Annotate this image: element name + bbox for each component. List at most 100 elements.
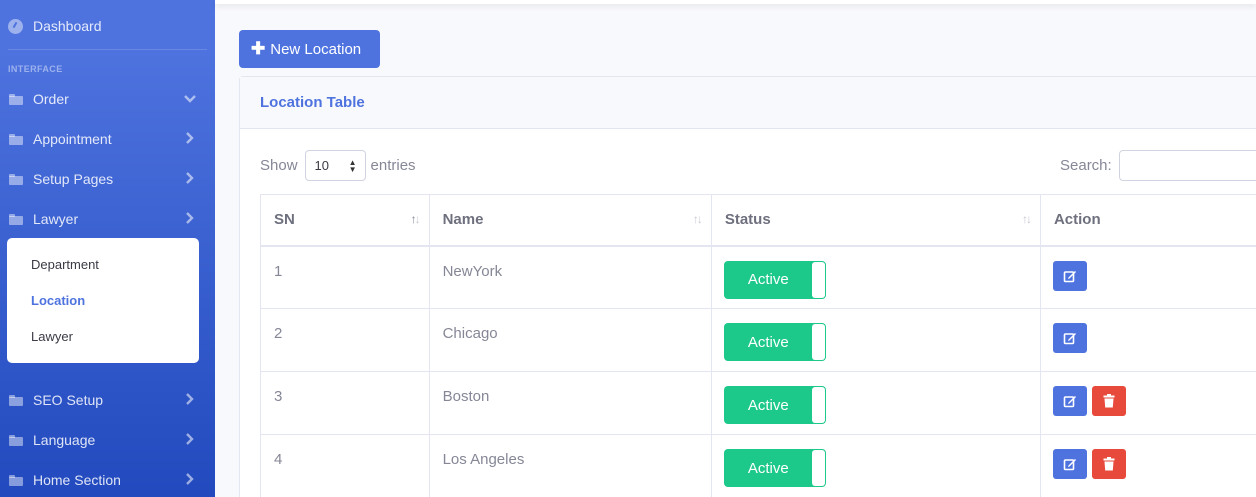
folder-icon xyxy=(9,133,23,145)
sidebar-heading: INTERFACE xyxy=(8,64,63,74)
toggle-knob xyxy=(811,450,825,486)
cell-name: Los Angeles xyxy=(428,434,712,497)
new-location-button[interactable]: ✚ New Location xyxy=(239,30,380,68)
sidebar-item-home-section[interactable]: Home Section xyxy=(0,460,215,497)
dashboard-gauge-icon xyxy=(8,18,23,34)
submenu-item-location[interactable]: Location xyxy=(7,283,199,319)
folder-icon xyxy=(9,213,23,225)
edit-button[interactable] xyxy=(1052,449,1087,479)
cell-action xyxy=(1039,308,1256,372)
cell-status: Active xyxy=(710,371,1041,435)
cell-sn: 3 xyxy=(260,371,430,435)
cell-name: NewYork xyxy=(428,245,712,309)
column-header-status[interactable]: Status ↑↓ xyxy=(710,194,1041,247)
entries-select-value: 10 xyxy=(314,157,329,173)
cell-status: Active xyxy=(710,308,1041,372)
column-header-action: Action xyxy=(1039,194,1256,247)
sidebar-item-label: Order xyxy=(33,91,69,107)
sort-icon: ↑↓ xyxy=(410,212,421,226)
chevron-right-icon xyxy=(183,171,197,185)
delete-button[interactable] xyxy=(1092,449,1127,479)
status-toggle-label: Active xyxy=(747,396,789,414)
folder-icon xyxy=(9,474,23,486)
show-label: Show xyxy=(260,156,298,174)
table-row: 1 NewYork Active xyxy=(260,245,1256,309)
entries-label: entries xyxy=(370,156,416,174)
submenu-item-department[interactable]: Department xyxy=(7,247,199,283)
card-header: Location Table xyxy=(240,77,1256,129)
sidebar-item-seo-setup[interactable]: SEO Setup xyxy=(0,380,215,420)
edit-icon xyxy=(1063,333,1076,345)
chevron-right-icon xyxy=(183,392,197,406)
column-header-name[interactable]: Name ↑↓ xyxy=(428,194,712,247)
chevron-right-icon xyxy=(183,432,197,446)
sidebar-item-label: Dashboard xyxy=(33,18,102,34)
delete-button[interactable] xyxy=(1092,386,1127,416)
lawyer-submenu: Department Location Lawyer xyxy=(7,238,199,363)
status-toggle[interactable]: Active xyxy=(723,260,826,299)
sort-icon: ↑↓ xyxy=(1021,212,1032,226)
sidebar-item-label: Home Section xyxy=(33,472,121,488)
search-control: Search: xyxy=(1060,149,1256,181)
status-toggle[interactable]: Active xyxy=(723,323,826,361)
status-toggle[interactable]: Active xyxy=(723,386,826,424)
select-arrows-icon: ▲ ▼ xyxy=(348,157,357,174)
trash-icon xyxy=(1103,394,1115,408)
plus-icon: ✚ xyxy=(251,39,266,58)
trash-icon xyxy=(1103,457,1115,471)
sidebar-item-label: Lawyer xyxy=(33,211,79,227)
toggle-knob xyxy=(811,324,825,360)
submenu-item-lawyer[interactable]: Lawyer xyxy=(7,319,199,355)
location-table: SN ↑↓ Name ↑↓ Status ↑↓ Action 1 NewYork… xyxy=(260,194,1256,497)
status-toggle-label: Active xyxy=(747,459,789,477)
table-header-row: SN ↑↓ Name ↑↓ Status ↑↓ Action xyxy=(260,194,1256,247)
sidebar-item-label: Setup Pages xyxy=(33,171,114,187)
sidebar-item-order[interactable]: Order xyxy=(0,79,215,119)
sidebar-item-label: Appointment xyxy=(33,131,112,147)
sidebar: Dashboard INTERFACE Order Appointment Se… xyxy=(0,0,215,497)
status-toggle-label: Active xyxy=(747,333,789,351)
status-toggle[interactable]: Active xyxy=(723,449,826,487)
sidebar-item-setup-pages[interactable]: Setup Pages xyxy=(0,159,215,199)
sidebar-item-label: Language xyxy=(33,432,96,448)
cell-name: Chicago xyxy=(428,308,712,372)
cell-action xyxy=(1039,245,1256,309)
toggle-knob xyxy=(811,261,825,298)
sidebar-divider xyxy=(8,49,207,50)
folder-icon xyxy=(9,93,23,105)
chevron-down-icon xyxy=(183,91,197,105)
search-label: Search: xyxy=(1060,156,1112,174)
folder-icon xyxy=(9,434,23,446)
cell-action xyxy=(1039,434,1256,497)
edit-button[interactable] xyxy=(1052,260,1087,291)
sidebar-item-language[interactable]: Language xyxy=(0,420,215,460)
sidebar-item-appointment[interactable]: Appointment xyxy=(0,119,215,159)
table-row: 2 Chicago Active xyxy=(260,308,1256,372)
cell-status: Active xyxy=(710,434,1041,497)
search-input[interactable] xyxy=(1118,149,1256,181)
table-row: 3 Boston Active xyxy=(260,371,1256,435)
edit-icon xyxy=(1063,396,1076,408)
sidebar-item-lawyer[interactable]: Lawyer xyxy=(0,199,215,239)
cell-action xyxy=(1039,371,1256,435)
column-header-sn[interactable]: SN ↑↓ xyxy=(260,194,430,247)
card-title: Location Table xyxy=(260,94,365,111)
cell-sn: 1 xyxy=(260,245,430,309)
table-row: 4 Los Angeles Active xyxy=(260,434,1256,497)
cell-sn: 2 xyxy=(260,308,430,372)
sidebar-item-dashboard[interactable]: Dashboard xyxy=(0,6,215,46)
edit-button[interactable] xyxy=(1052,323,1087,353)
status-toggle-label: Active xyxy=(747,271,789,288)
cell-name: Boston xyxy=(428,371,712,435)
chevron-right-icon xyxy=(183,211,197,225)
edit-button[interactable] xyxy=(1052,386,1087,416)
entries-length-control: Show 10 ▲ ▼ entries xyxy=(260,149,416,181)
entries-select[interactable]: 10 ▲ ▼ xyxy=(304,149,366,181)
topbar xyxy=(215,0,1256,4)
edit-icon xyxy=(1063,270,1076,282)
location-card: Location Table Show 10 ▲ ▼ entries Search… xyxy=(239,76,1256,497)
sidebar-item-label: SEO Setup xyxy=(33,392,104,408)
new-location-label: New Location xyxy=(270,40,362,58)
folder-icon xyxy=(9,173,23,185)
folder-icon xyxy=(9,394,23,406)
